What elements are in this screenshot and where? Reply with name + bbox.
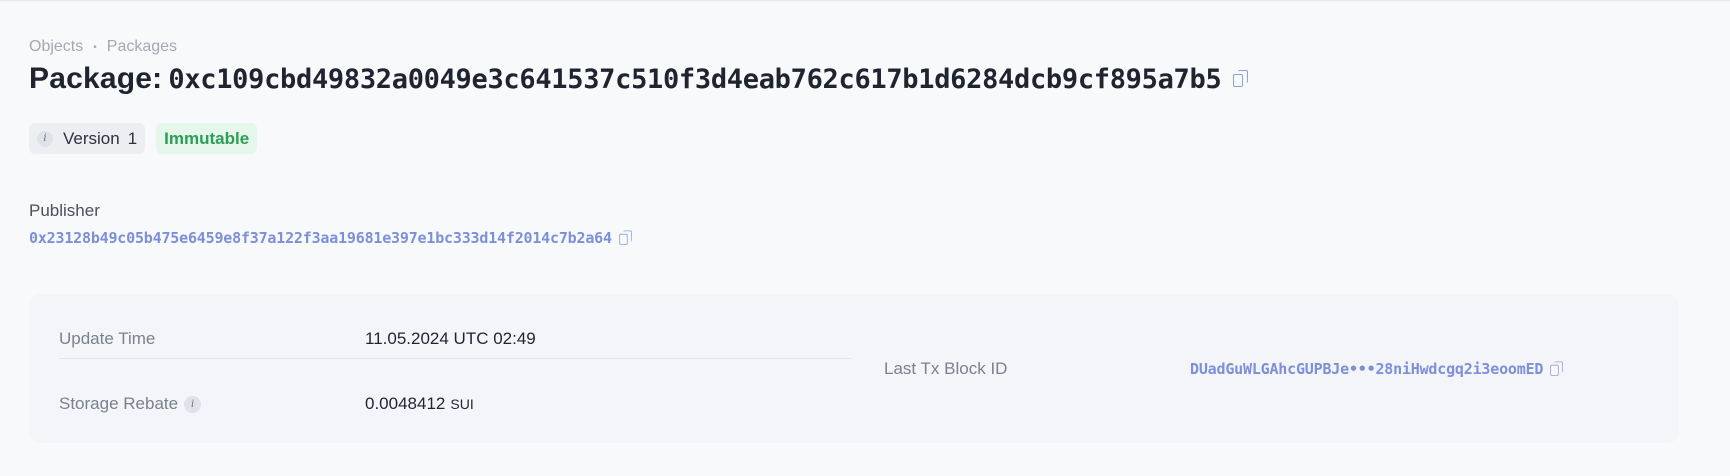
version-badge: i Version 1	[29, 123, 146, 154]
status-badge: Immutable	[156, 123, 258, 154]
breadcrumb-separator: •	[93, 41, 97, 53]
publisher-label: Publisher	[29, 201, 100, 220]
info-icon[interactable]: i	[37, 130, 53, 147]
storage-rebate-label: Storage Rebate	[59, 394, 179, 413]
package-id: 0xc109cbd49832a0049e3c641537c510f3d4eab7…	[168, 63, 1222, 95]
last-tx-label: Last Tx Block ID	[884, 359, 1008, 378]
publisher-address-link[interactable]: 0x23128b49c05b475e6459e8f37a122f3aa19681…	[29, 229, 612, 247]
version-label: Version	[63, 128, 120, 148]
details-card: Update Time 11.05.2024 UTC 02:49 Storage…	[29, 294, 1679, 443]
info-icon[interactable]: i	[184, 395, 202, 413]
page-title: Package: 0xc109cbd49832a0049e3c641537c51…	[29, 62, 1249, 96]
last-tx-link[interactable]: DUadGuWLGAhcGUPBJe•••28niHwdcgq2i3eoomED	[1190, 360, 1543, 378]
publisher-row: 0x23128b49c05b475e6459e8f37a122f3aa19681…	[29, 229, 634, 247]
breadcrumb-objects[interactable]: Objects	[29, 38, 83, 56]
storage-rebate-value-group: 0.0048412 SUI	[365, 394, 474, 414]
storage-rebate-value: 0.0048412	[365, 394, 446, 413]
copy-icon[interactable]	[1233, 70, 1249, 88]
copy-icon[interactable]	[1550, 361, 1564, 376]
copy-icon[interactable]	[619, 230, 633, 245]
last-tx-row: Last Tx Block ID DUadGuWLGAhcGUPBJe•••28…	[884, 349, 1654, 389]
update-time-label: Update Time	[59, 328, 156, 348]
top-divider	[0, 0, 1730, 1]
update-time-value: 11.05.2024 UTC 02:49	[365, 328, 536, 348]
page-title-label: Package:	[29, 62, 163, 95]
badges: i Version 1 Immutable	[29, 123, 258, 154]
storage-rebate-row: Storage Rebate i 0.0048412 SUI	[59, 384, 852, 424]
version-value: 1	[127, 128, 138, 148]
breadcrumb-packages[interactable]: Packages	[107, 38, 177, 56]
update-time-row: Update Time 11.05.2024 UTC 02:49	[59, 319, 852, 359]
storage-rebate-unit: SUI	[450, 396, 474, 412]
storage-rebate-label-group: Storage Rebate i	[59, 394, 365, 414]
breadcrumb: Objects • Packages	[29, 38, 177, 56]
